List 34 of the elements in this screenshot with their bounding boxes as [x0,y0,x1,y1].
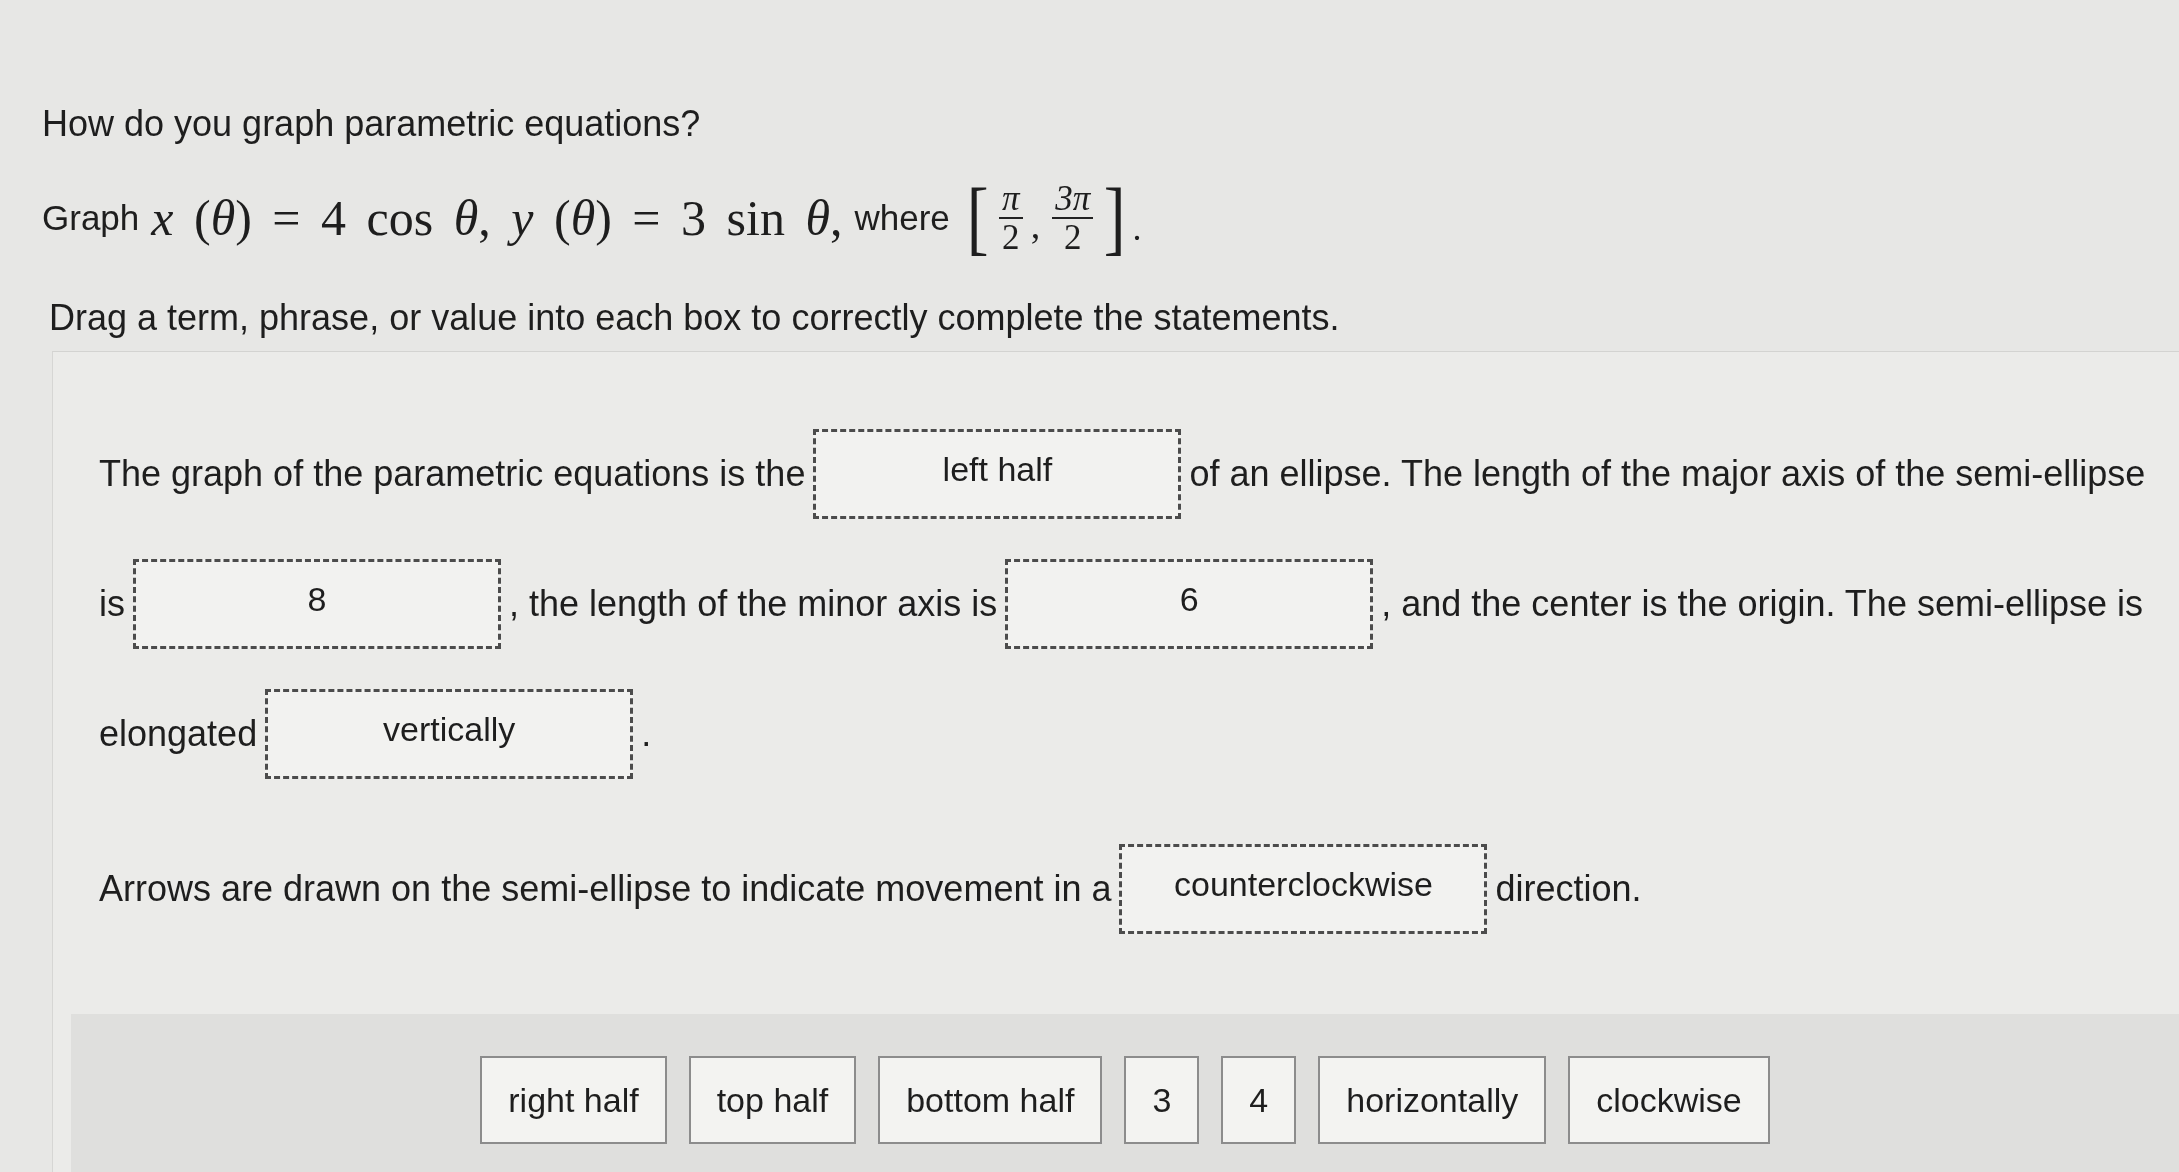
fraction-numerator: 3π [1052,180,1094,219]
instruction-text: Drag a term, phrase, or value into each box to correctly complete the statements. [49,298,1340,338]
prompt-text: where [854,198,950,238]
drop-zone[interactable]: vertically [265,689,634,779]
drop-zone[interactable]: counterclockwise [1119,844,1488,934]
answer-tile[interactable]: bottom half [878,1056,1103,1144]
statement-text: direction. [1495,869,1642,909]
answer-tile[interactable]: right half [480,1056,667,1144]
answer-tile[interactable]: top half [688,1056,857,1144]
drop-zone[interactable]: left half [813,429,1182,519]
open-bracket: [ [966,175,989,261]
statement-text: elongated [99,714,258,754]
statement-text: is [99,584,125,624]
statement-text: The graph of the parametric equations is the [99,454,806,494]
answer-tile[interactable]: horizontally [1318,1056,1547,1144]
prompt-text: Graph [42,198,140,238]
answer-tile[interactable]: clockwise [1568,1056,1770,1144]
question-title: How do you graph parametric equations? [42,104,701,144]
statement-text: , and the center is the origin. The semi-ellipse is [1381,584,2143,624]
answer-tile[interactable]: 4 [1221,1056,1297,1144]
interval-comma: , [1030,203,1041,247]
fraction-denominator: 2 [1062,219,1083,256]
equation-text: x (θ) = 4 cos θ, y (θ) = 3 sin θ, [151,189,843,247]
statement-text: , the length of the minor axis is [509,584,998,624]
statement-text: . [641,714,652,754]
statement-text: Arrows are drawn on the semi-ellipse to indicate movement in a [99,869,1112,909]
period-text: . [1132,207,1142,249]
fraction-denominator: 2 [1001,219,1021,256]
drop-zone[interactable]: 6 [1005,559,1374,649]
fraction-numerator: π [999,180,1023,219]
statement-text: of an ellipse. The length of the major axis of the semi-ellipse [1189,454,2146,494]
answer-tile[interactable]: 3 [1124,1056,1200,1144]
close-bracket: ] [1103,175,1126,261]
drop-zone[interactable]: 8 [133,559,501,649]
